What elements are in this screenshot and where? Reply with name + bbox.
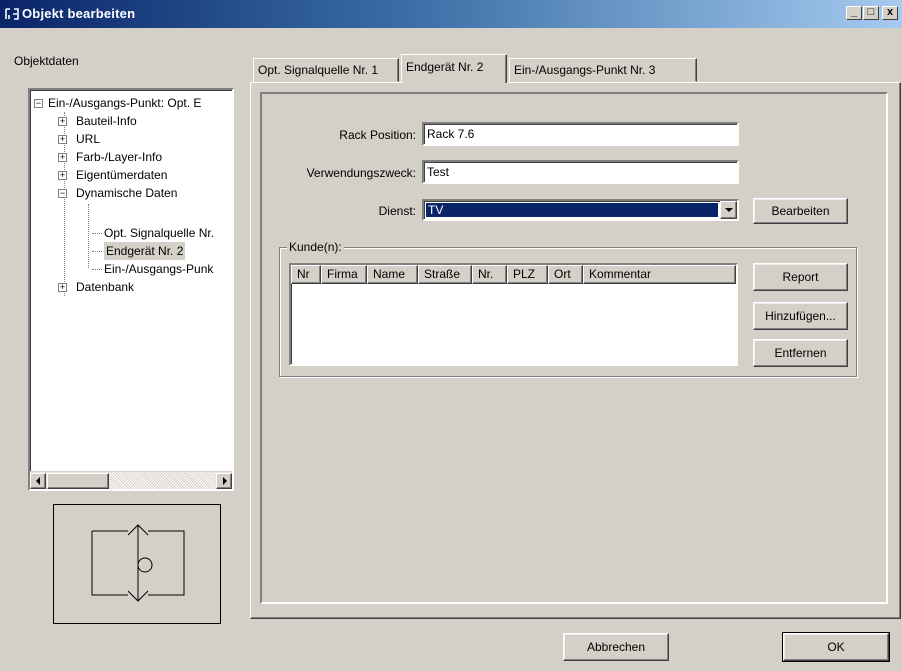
- ok-button[interactable]: OK: [782, 632, 890, 662]
- tree-node-label: Opt. Signalquelle Nr.: [104, 226, 215, 240]
- column-header-plz[interactable]: PLZ: [507, 265, 548, 284]
- chevron-down-icon: [725, 208, 733, 212]
- tree-connector: [92, 251, 102, 252]
- tab-label: Endgerät Nr. 2: [406, 60, 484, 74]
- tree-node-label: Dynamische Daten: [76, 186, 178, 200]
- tree-node-signal-source[interactable]: Opt. Signalquelle Nr.: [104, 224, 214, 242]
- purpose-input[interactable]: Test: [422, 160, 739, 184]
- scroll-right-button[interactable]: [216, 473, 232, 489]
- object-data-label: Objektdaten: [14, 54, 79, 68]
- app-icon: [5, 8, 19, 20]
- purpose-label: Verwendungszweck:: [306, 166, 416, 180]
- customers-list[interactable]: Nr Firma Name Straße Nr. PLZ Ort Komment…: [289, 263, 738, 366]
- scroll-track[interactable]: [110, 473, 215, 489]
- symbol-preview: [53, 504, 221, 624]
- in-out-point-symbol-icon: [91, 524, 185, 602]
- tab-label: Ein-/Ausgangs-Punkt Nr. 3: [514, 63, 656, 77]
- scroll-thumb[interactable]: [47, 473, 109, 489]
- remove-customer-button[interactable]: Entfernen: [753, 339, 848, 367]
- tab-endgeraet[interactable]: Endgerät Nr. 2: [401, 54, 507, 83]
- column-header-name[interactable]: Name: [367, 265, 418, 284]
- object-tree[interactable]: − Ein-/Ausgangs-Punkt: Opt. E + Bauteil-…: [28, 88, 234, 491]
- tree-node-label: URL: [76, 132, 101, 146]
- edit-object-dialog: Objekt bearbeiten _ □ x Objektdaten − Ei…: [0, 0, 902, 671]
- tree-node-label: Ein-/Ausgangs-Punk: [104, 262, 214, 276]
- column-header-kommentar[interactable]: Kommentar: [583, 265, 736, 284]
- arrow-left-icon: [36, 477, 40, 485]
- scroll-left-button[interactable]: [30, 473, 46, 489]
- tab-signal-source[interactable]: Opt. Signalquelle Nr. 1: [253, 58, 399, 82]
- report-button[interactable]: Report: [753, 263, 848, 291]
- close-button[interactable]: x: [882, 6, 898, 20]
- minimize-icon: _: [850, 6, 858, 18]
- close-icon: x: [886, 6, 894, 18]
- column-header-nr[interactable]: Nr: [291, 265, 321, 284]
- service-dropdown-button[interactable]: [720, 201, 737, 219]
- edit-button[interactable]: Bearbeiten: [753, 198, 848, 224]
- expand-icon[interactable]: +: [58, 117, 67, 126]
- arrow-right-icon: [223, 477, 227, 485]
- tree-node-label: Eigentümerdaten: [76, 168, 168, 182]
- tree-node-label: Bauteil-Info: [76, 114, 137, 128]
- expand-icon[interactable]: +: [58, 171, 67, 180]
- cancel-button[interactable]: Abbrechen: [563, 633, 669, 661]
- tree-node-label: Ein-/Ausgangs-Punkt: Opt. E: [48, 96, 202, 110]
- add-customer-button[interactable]: Hinzufügen...: [753, 302, 848, 330]
- tree-connector: [92, 233, 102, 234]
- column-header-hausnr[interactable]: Nr.: [472, 265, 507, 284]
- customers-group-label: Kunde(n):: [287, 240, 344, 254]
- tree-node-label: Endgerät Nr. 2: [106, 244, 184, 258]
- maximize-icon: □: [867, 6, 875, 18]
- tree-node-label: Datenbank: [76, 280, 135, 294]
- tree-node-label: Farb-/Layer-Info: [76, 150, 163, 164]
- service-select[interactable]: TV: [422, 199, 739, 221]
- tree-node-endgeraet-selected[interactable]: Endgerät Nr. 2: [104, 242, 186, 260]
- expand-icon[interactable]: +: [58, 135, 67, 144]
- title-bar[interactable]: Objekt bearbeiten _ □ x: [0, 0, 902, 28]
- rack-position-input[interactable]: Rack 7.6: [422, 122, 739, 146]
- expand-icon[interactable]: +: [58, 283, 67, 292]
- customers-list-header: Nr Firma Name Straße Nr. PLZ Ort Komment…: [291, 265, 736, 284]
- tree-connector: [92, 269, 102, 270]
- tab-label: Opt. Signalquelle Nr. 1: [258, 63, 379, 77]
- collapse-icon[interactable]: −: [34, 99, 43, 108]
- tree-node-in-out-point[interactable]: Ein-/Ausgangs-Punk: [104, 260, 213, 278]
- collapse-icon[interactable]: −: [58, 189, 67, 198]
- window-title: Objekt bearbeiten: [22, 6, 136, 21]
- column-header-firma[interactable]: Firma: [321, 265, 367, 284]
- tab-in-out-point[interactable]: Ein-/Ausgangs-Punkt Nr. 3: [509, 58, 697, 82]
- tree-connector: [88, 204, 89, 268]
- tree-content: − Ein-/Ausgangs-Punkt: Opt. E + Bauteil-…: [30, 90, 232, 471]
- maximize-button[interactable]: □: [863, 6, 879, 20]
- column-header-ort[interactable]: Ort: [548, 265, 583, 284]
- service-selected-value: TV: [426, 203, 718, 217]
- rack-position-label: Rack Position:: [339, 128, 416, 142]
- expand-icon[interactable]: +: [58, 153, 67, 162]
- service-label: Dienst:: [378, 204, 416, 218]
- tree-horizontal-scrollbar[interactable]: [30, 471, 232, 489]
- minimize-button[interactable]: _: [846, 6, 862, 20]
- column-header-strasse[interactable]: Straße: [418, 265, 472, 284]
